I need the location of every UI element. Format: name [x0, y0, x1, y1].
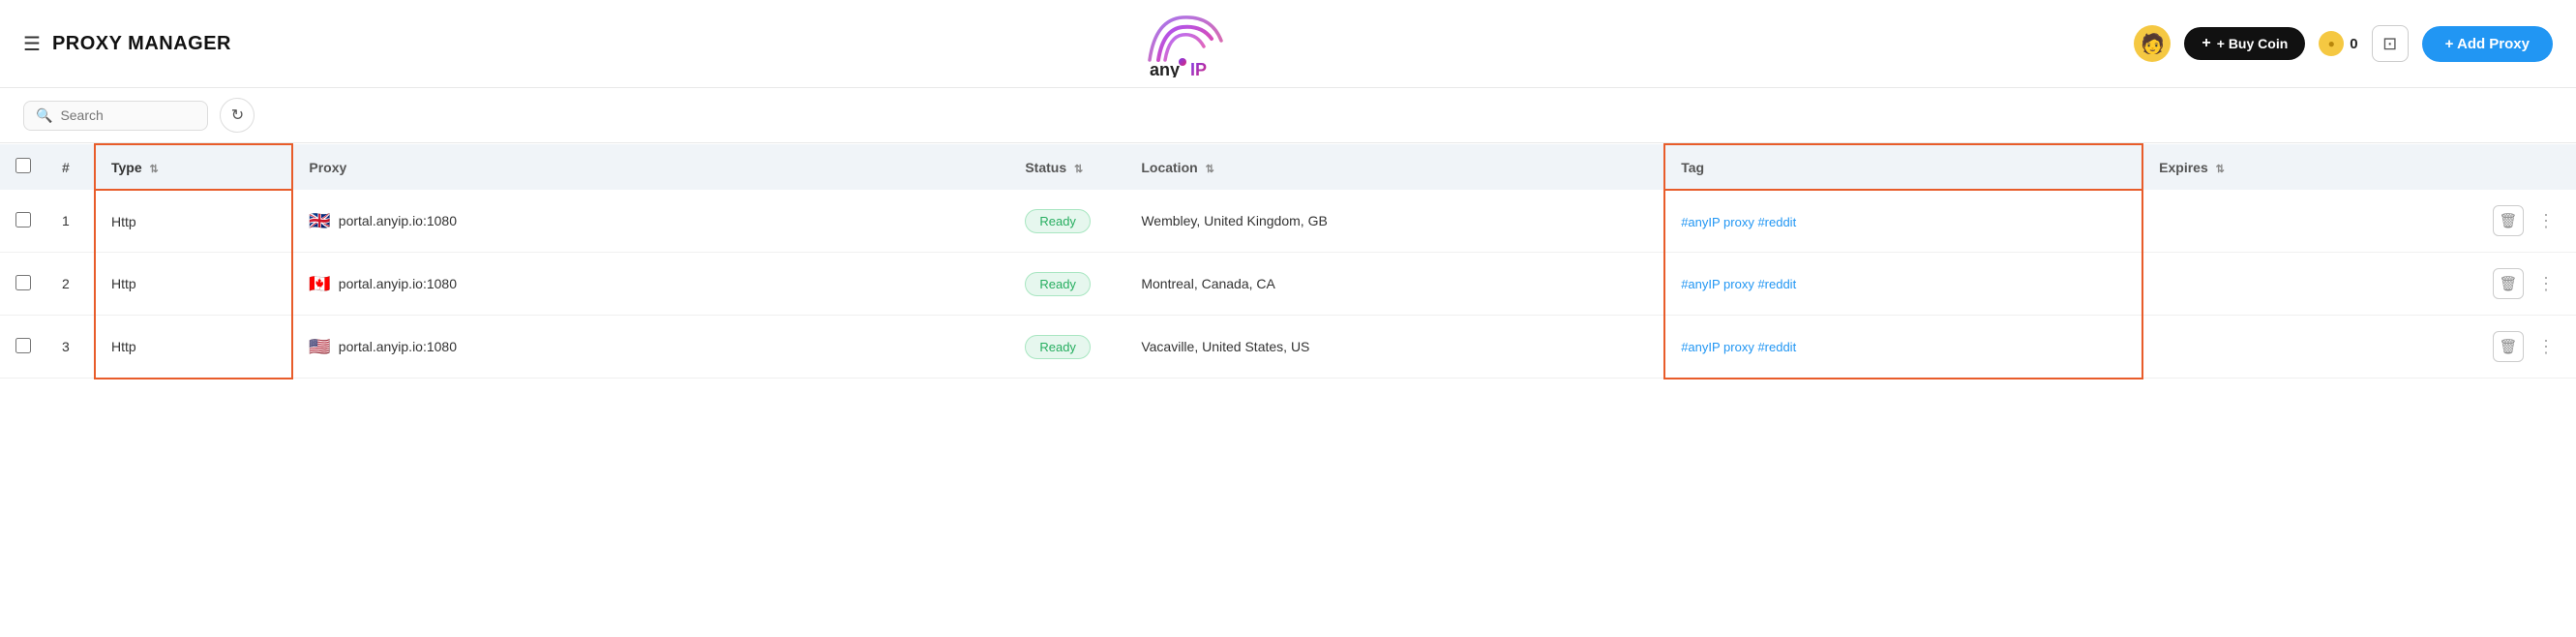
row-check-cell — [0, 253, 46, 316]
select-all-checkbox[interactable] — [15, 158, 31, 173]
toolbar: 🔍 ↻ — [0, 88, 2576, 143]
anyip-logo: any IP — [1105, 10, 1260, 77]
proxy-address: portal.anyip.io:1080 — [339, 339, 457, 354]
row-checkbox[interactable] — [15, 212, 31, 228]
row-status: Ready — [1009, 190, 1125, 253]
row-actions: 🗑 ⋮ — [2477, 316, 2576, 379]
coin-balance: ● 0 — [2319, 31, 2357, 56]
col-header-tag: Tag — [1664, 144, 2142, 190]
delete-button[interactable]: 🗑 — [2493, 268, 2524, 299]
row-type: Http — [95, 316, 292, 379]
header: ☰ PROXY MANAGER — [0, 0, 2576, 88]
table-row: 3 Http 🇺🇸 portal.anyip.io:1080 Ready Vac… — [0, 316, 2576, 379]
buy-coin-label: + Buy Coin — [2217, 36, 2289, 51]
search-icon: 🔍 — [36, 107, 52, 124]
svg-text:any: any — [1150, 60, 1180, 77]
row-location: Montreal, Canada, CA — [1125, 253, 1664, 316]
coin-icon: ● — [2319, 31, 2344, 56]
add-proxy-button[interactable]: + Add Proxy — [2422, 26, 2553, 62]
proxy-address: portal.anyip.io:1080 — [339, 276, 457, 291]
proxy-table: # Type ⇅ Proxy Status ⇅ Location ⇅ Tag — [0, 143, 2576, 379]
more-options-button[interactable]: ⋮ — [2531, 333, 2561, 361]
buy-coin-button[interactable]: + + Buy Coin — [2184, 27, 2305, 60]
col-header-check — [0, 144, 46, 190]
avatar: 🧑 — [2134, 25, 2171, 62]
row-num: 3 — [46, 316, 95, 379]
add-proxy-label: + Add Proxy — [2445, 36, 2530, 52]
row-status: Ready — [1009, 316, 1125, 379]
col-header-num: # — [46, 144, 95, 190]
search-wrap: 🔍 — [23, 101, 208, 131]
delete-button[interactable]: 🗑 — [2493, 331, 2524, 362]
row-checkbox[interactable] — [15, 338, 31, 353]
row-location: Vacaville, United States, US — [1125, 316, 1664, 379]
col-header-status: Status ⇅ — [1009, 144, 1125, 190]
row-type: Http — [95, 190, 292, 253]
col-header-type: Type ⇅ — [95, 144, 292, 190]
row-num: 2 — [46, 253, 95, 316]
header-right: 🧑 + + Buy Coin ● 0 ⊡ + Add Proxy — [2134, 25, 2553, 62]
status-sort-icon[interactable]: ⇅ — [1074, 163, 1083, 175]
row-checkbox[interactable] — [15, 275, 31, 290]
col-header-actions — [2477, 144, 2576, 190]
table-row: 1 Http 🇬🇧 portal.anyip.io:1080 Ready Wem… — [0, 190, 2576, 253]
search-input[interactable] — [60, 107, 195, 123]
delete-button[interactable]: 🗑 — [2493, 205, 2524, 236]
row-tag: #anyIP proxy #reddit — [1664, 316, 2142, 379]
col-header-expires: Expires ⇅ — [2142, 144, 2477, 190]
app-title: PROXY MANAGER — [52, 33, 231, 55]
col-header-location: Location ⇅ — [1125, 144, 1664, 190]
proxy-table-wrap: # Type ⇅ Proxy Status ⇅ Location ⇅ Tag — [0, 143, 2576, 379]
proxy-address: portal.anyip.io:1080 — [339, 213, 457, 228]
row-tag: #anyIP proxy #reddit — [1664, 190, 2142, 253]
tag-value[interactable]: #anyIP proxy #reddit — [1681, 215, 1796, 229]
tag-value[interactable]: #anyIP proxy #reddit — [1681, 340, 1796, 354]
row-expires — [2142, 190, 2477, 253]
row-tag: #anyIP proxy #reddit — [1664, 253, 2142, 316]
header-center: any IP — [247, 10, 2118, 77]
coin-balance-value: 0 — [2350, 36, 2357, 52]
tag-value[interactable]: #anyIP proxy #reddit — [1681, 277, 1796, 291]
row-num: 1 — [46, 190, 95, 253]
row-actions: 🗑 ⋮ — [2477, 190, 2576, 253]
refresh-button[interactable]: ↻ — [220, 98, 255, 133]
col-header-proxy: Proxy — [292, 144, 1009, 190]
row-location: Wembley, United Kingdom, GB — [1125, 190, 1664, 253]
row-check-cell — [0, 190, 46, 253]
buy-coin-plus-icon: + — [2202, 35, 2210, 52]
logo-area: any IP — [1105, 10, 1260, 77]
status-badge: Ready — [1025, 335, 1091, 359]
flag-icon: 🇬🇧 — [309, 211, 330, 231]
status-badge: Ready — [1025, 209, 1091, 233]
row-proxy: 🇺🇸 portal.anyip.io:1080 — [292, 316, 1009, 379]
row-expires — [2142, 253, 2477, 316]
header-left: ☰ PROXY MANAGER — [23, 32, 231, 56]
type-sort-icon[interactable]: ⇅ — [150, 163, 159, 175]
row-type: Http — [95, 253, 292, 316]
expires-sort-icon[interactable]: ⇅ — [2216, 163, 2225, 175]
more-options-button[interactable]: ⋮ — [2531, 270, 2561, 298]
location-sort-icon[interactable]: ⇅ — [1206, 163, 1214, 175]
row-proxy: 🇨🇦 portal.anyip.io:1080 — [292, 253, 1009, 316]
row-status: Ready — [1009, 253, 1125, 316]
row-proxy: 🇬🇧 portal.anyip.io:1080 — [292, 190, 1009, 253]
monitor-icon-button[interactable]: ⊡ — [2372, 25, 2409, 62]
row-actions: 🗑 ⋮ — [2477, 253, 2576, 316]
row-expires — [2142, 316, 2477, 379]
more-options-button[interactable]: ⋮ — [2531, 207, 2561, 235]
table-row: 2 Http 🇨🇦 portal.anyip.io:1080 Ready Mon… — [0, 253, 2576, 316]
flag-icon: 🇨🇦 — [309, 274, 330, 294]
svg-text:IP: IP — [1190, 60, 1207, 77]
row-check-cell — [0, 316, 46, 379]
table-header: # Type ⇅ Proxy Status ⇅ Location ⇅ Tag — [0, 144, 2576, 190]
status-badge: Ready — [1025, 272, 1091, 296]
flag-icon: 🇺🇸 — [309, 337, 330, 357]
hamburger-icon[interactable]: ☰ — [23, 32, 41, 56]
table-body: 1 Http 🇬🇧 portal.anyip.io:1080 Ready Wem… — [0, 190, 2576, 379]
